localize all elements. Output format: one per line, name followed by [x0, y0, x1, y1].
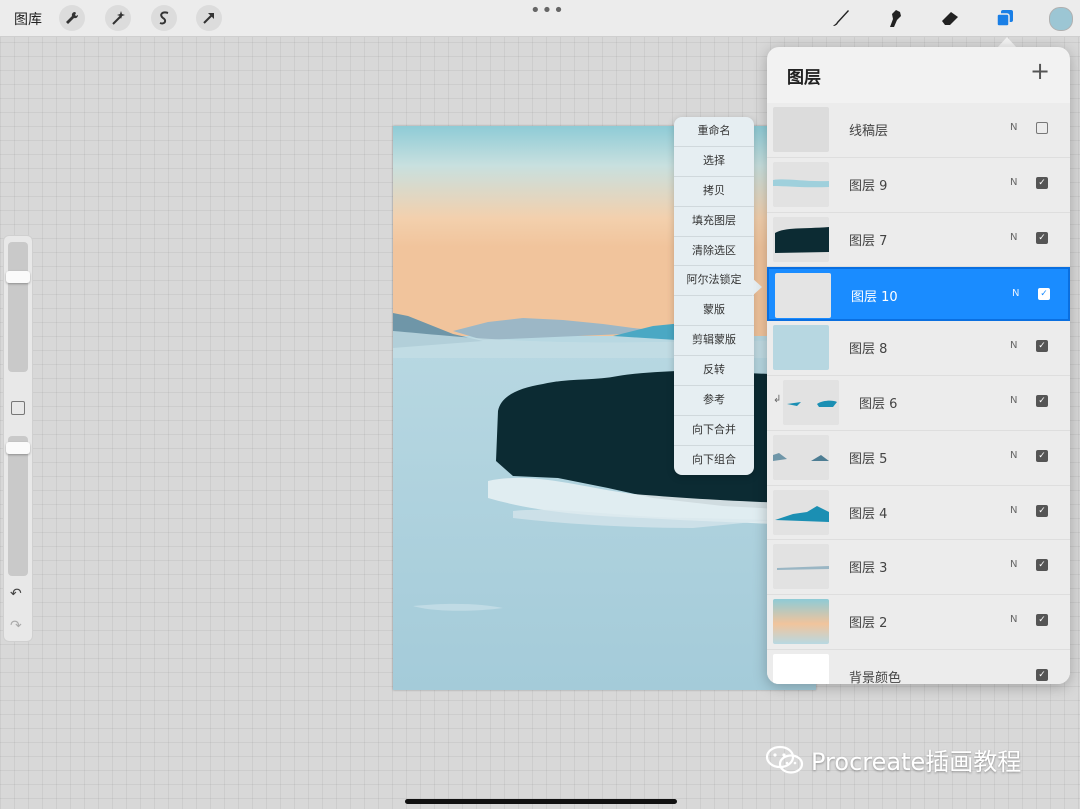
- layer-thumbnail: [773, 161, 829, 207]
- clipping-indicator-icon: ↲: [773, 393, 782, 405]
- layer-name: 图层 6: [859, 396, 898, 412]
- visibility-checkbox[interactable]: [1036, 122, 1048, 134]
- menu-item-select[interactable]: 选择: [674, 147, 754, 177]
- gallery-button[interactable]: 图库: [14, 9, 42, 29]
- visibility-checkbox[interactable]: ✓: [1036, 394, 1048, 407]
- undo-icon[interactable]: ↶: [10, 586, 22, 602]
- layer-row[interactable]: 图层 7 N ✓: [767, 212, 1070, 268]
- visibility-checkbox[interactable]: ✓: [1036, 231, 1048, 244]
- blend-mode-button[interactable]: N: [1012, 288, 1019, 299]
- layer-thumbnail: [773, 325, 829, 371]
- menu-item-invert[interactable]: 反转: [674, 356, 754, 387]
- layer-thumbnail: [773, 653, 829, 684]
- layer-name: 图层 7: [849, 233, 888, 249]
- layer-thumbnail: [775, 273, 831, 319]
- layer-row-background[interactable]: 背景颜色 ✓: [767, 649, 1070, 684]
- smudge-icon[interactable]: [882, 5, 908, 31]
- visibility-checkbox[interactable]: ✓: [1038, 288, 1050, 301]
- layer-name: 图层 10: [851, 290, 898, 306]
- selection-s-icon[interactable]: [151, 5, 177, 31]
- more-options-icon[interactable]: •••: [530, 0, 565, 21]
- watermark-text: Procreate插画教程: [811, 748, 1022, 776]
- layer-name: 背景颜色: [849, 670, 902, 684]
- menu-item-mask[interactable]: 蒙版: [674, 296, 754, 327]
- visibility-checkbox[interactable]: ✓: [1036, 614, 1048, 627]
- layers-icon[interactable]: [992, 5, 1018, 31]
- layer-thumbnail: [773, 489, 829, 535]
- menu-item-copy[interactable]: 拷贝: [674, 177, 754, 207]
- blend-mode-button[interactable]: N: [1010, 505, 1017, 516]
- blend-mode-button[interactable]: N: [1010, 340, 1017, 351]
- blend-mode-button[interactable]: N: [1010, 122, 1017, 133]
- layer-row[interactable]: 图层 4 N ✓: [767, 485, 1070, 541]
- home-indicator: [405, 799, 677, 804]
- layer-name: 图层 2: [849, 616, 888, 632]
- redo-icon[interactable]: ↷: [10, 618, 22, 634]
- brush-size-slider[interactable]: [8, 242, 28, 372]
- layer-name: 图层 4: [849, 506, 888, 522]
- layer-thumbnail: [773, 434, 829, 480]
- wrench-icon[interactable]: [59, 5, 85, 31]
- wechat-icon: [765, 745, 804, 774]
- layer-name: 图层 5: [849, 451, 888, 467]
- add-layer-button[interactable]: +: [1030, 57, 1050, 85]
- layer-thumbnail: [773, 107, 829, 152]
- menu-item-clipping-mask[interactable]: 剪辑蒙版: [674, 326, 754, 357]
- menu-item-rename[interactable]: 重命名: [674, 117, 754, 147]
- visibility-checkbox[interactable]: ✓: [1036, 176, 1048, 189]
- menu-item-merge-down[interactable]: 向下合并: [674, 416, 754, 446]
- layer-name: 线稿层: [849, 124, 889, 139]
- arrow-cursor-icon[interactable]: [196, 5, 222, 31]
- visibility-checkbox[interactable]: ✓: [1036, 559, 1048, 572]
- blend-mode-button[interactable]: N: [1010, 177, 1017, 188]
- layer-thumbnail: [773, 544, 829, 590]
- watermark: Procreate插画教程: [765, 742, 1021, 777]
- menu-item-combine-down[interactable]: 向下组合: [674, 446, 754, 475]
- layer-thumbnail: [783, 379, 839, 425]
- opacity-slider[interactable]: [8, 436, 28, 576]
- brush-size-knob[interactable]: [6, 271, 30, 283]
- eraser-icon[interactable]: [937, 5, 963, 31]
- layer-thumbnail: [773, 599, 829, 645]
- blend-mode-button[interactable]: N: [1010, 450, 1017, 461]
- layer-row[interactable]: 图层 3 N ✓: [767, 540, 1070, 596]
- layer-row[interactable]: 图层 2 N ✓: [767, 595, 1070, 650]
- modify-button[interactable]: [11, 401, 25, 415]
- layer-options-menu: 重命名 选择 拷贝 填充图层 清除选区 阿尔法锁定 蒙版 剪辑蒙版 反转 参考 …: [674, 117, 754, 475]
- menu-item-fill-layer[interactable]: 填充图层: [674, 207, 754, 237]
- blend-mode-button[interactable]: N: [1010, 559, 1017, 570]
- layer-name: 图层 3: [849, 561, 888, 577]
- top-toolbar: 图库 •••: [0, 0, 1080, 37]
- brush-icon[interactable]: [828, 5, 854, 31]
- layer-row-selected[interactable]: 图层 10 N ✓: [767, 267, 1070, 322]
- visibility-checkbox[interactable]: ✓: [1036, 449, 1048, 462]
- layer-thumbnail: [773, 216, 829, 262]
- panel-title: 图层: [787, 68, 821, 88]
- magic-wand-icon[interactable]: [105, 5, 131, 31]
- opacity-knob[interactable]: [6, 442, 30, 454]
- layer-row[interactable]: 图层 9 N ✓: [767, 157, 1070, 213]
- visibility-checkbox[interactable]: ✓: [1036, 668, 1048, 681]
- blend-mode-button[interactable]: N: [1010, 232, 1017, 243]
- layer-name: 图层 8: [849, 342, 888, 358]
- menu-item-clear[interactable]: 清除选区: [674, 237, 754, 267]
- left-sidebar: ↶ ↷: [3, 235, 33, 642]
- layer-name: 图层 9: [849, 178, 888, 194]
- visibility-checkbox[interactable]: ✓: [1036, 504, 1048, 517]
- layer-row[interactable]: ↲ 图层 6 N ✓: [767, 375, 1070, 431]
- layer-row[interactable]: 图层 5 N ✓: [767, 430, 1070, 486]
- layer-row[interactable]: 图层 8 N ✓: [767, 321, 1070, 376]
- visibility-checkbox[interactable]: ✓: [1036, 340, 1048, 353]
- blend-mode-button[interactable]: N: [1010, 614, 1017, 625]
- layer-row[interactable]: 线稿层 N: [767, 103, 1070, 158]
- layer-list: 线稿层 N 图层 9 N ✓ 图层 7 N ✓ 图层 10 N ✓ 图层 8 N…: [767, 103, 1070, 684]
- color-picker-button[interactable]: [1049, 7, 1073, 31]
- menu-item-reference[interactable]: 参考: [674, 386, 754, 416]
- menu-item-alpha-lock[interactable]: 阿尔法锁定: [674, 266, 754, 297]
- blend-mode-button[interactable]: N: [1010, 395, 1017, 406]
- menu-pointer: [752, 278, 762, 296]
- layers-panel: 图层 + 线稿层 N 图层 9 N ✓ 图层 7 N ✓ 图层 10 N ✓ 图…: [767, 47, 1070, 684]
